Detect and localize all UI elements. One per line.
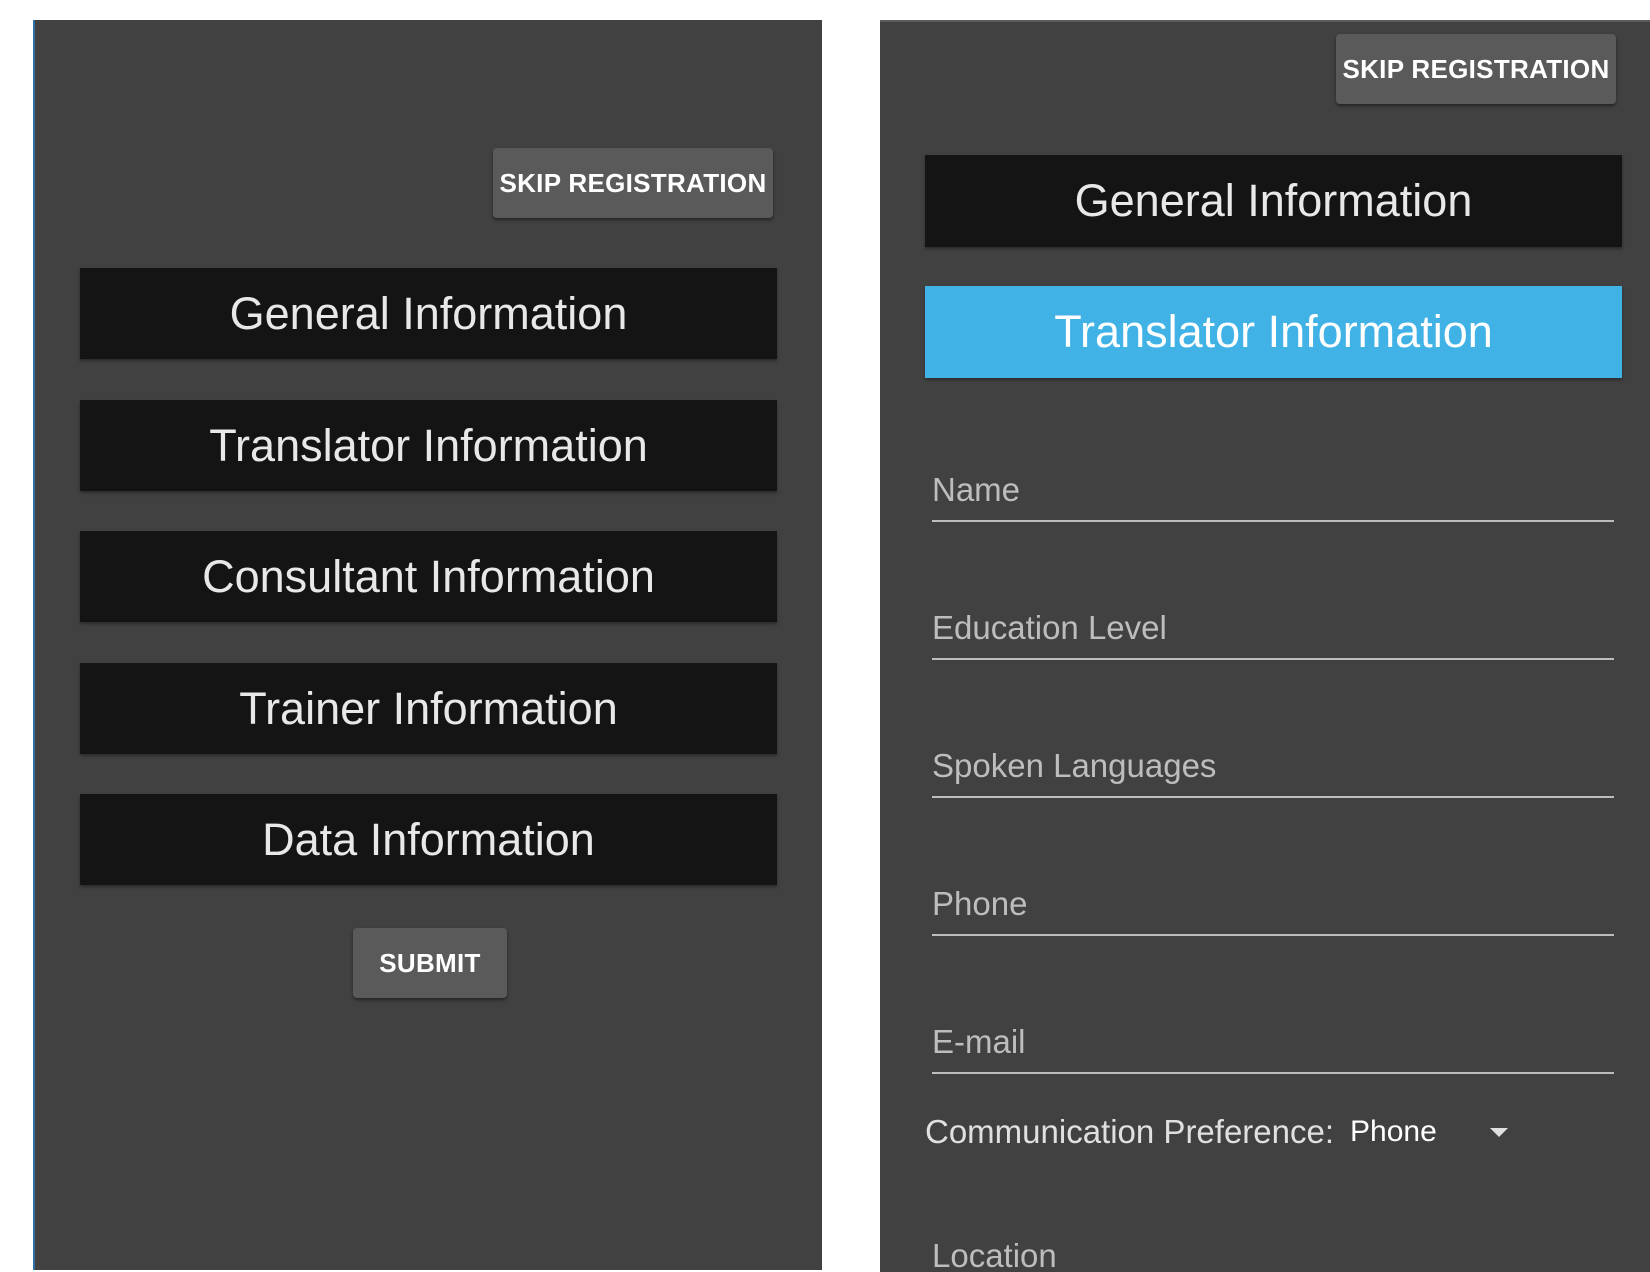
education-level-field[interactable] [932,590,1614,660]
education-level-input[interactable] [932,604,1614,652]
spoken-languages-input[interactable] [932,742,1614,790]
submit-button[interactable]: SUBMIT [353,928,507,998]
translator-registration-screen: SKIP REGISTRATION General Information Tr… [880,20,1650,1272]
skip-registration-button[interactable]: SKIP REGISTRATION [1336,34,1616,104]
translator-information-section-button[interactable]: Translator Information [80,400,777,491]
general-information-section-button[interactable]: General Information [80,268,777,359]
registration-menu-screen: SKIP REGISTRATION General Information Tr… [33,20,822,1270]
communication-preference-label: Communication Preference: [925,1113,1335,1150]
dropdown-caret-icon [1490,1127,1509,1137]
spoken-languages-field[interactable] [932,728,1614,798]
name-input[interactable] [932,466,1614,514]
name-field[interactable] [932,452,1614,522]
translator-information-section-button[interactable]: Translator Information [925,286,1622,378]
location-input[interactable] [932,1232,1614,1272]
skip-registration-button[interactable]: SKIP REGISTRATION [493,148,773,218]
communication-preference-select[interactable]: Phone [1350,1115,1509,1149]
communication-preference-row: Communication Preference: Phone [925,1102,1509,1162]
phone-input[interactable] [932,880,1614,928]
communication-preference-value: Phone [1350,1115,1437,1148]
general-information-section-button[interactable]: General Information [925,155,1622,247]
email-field[interactable] [932,1004,1614,1074]
consultant-information-section-button[interactable]: Consultant Information [80,531,777,622]
location-field[interactable] [932,1218,1614,1272]
phone-field[interactable] [932,866,1614,936]
email-input[interactable] [932,1018,1614,1066]
trainer-information-section-button[interactable]: Trainer Information [80,663,777,754]
data-information-section-button[interactable]: Data Information [80,794,777,885]
